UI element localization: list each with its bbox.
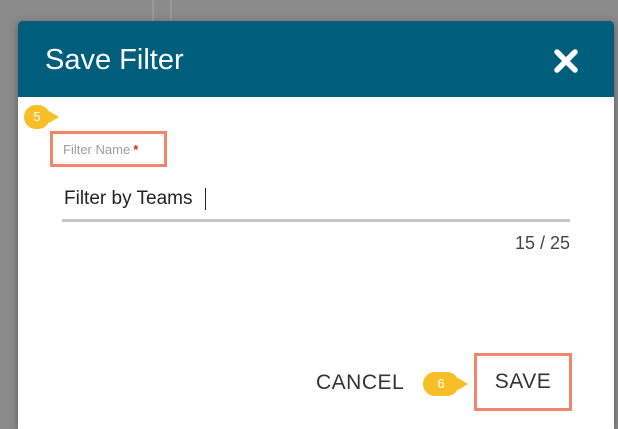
filter-name-label-text: Filter Name xyxy=(63,142,131,157)
filter-name-input[interactable] xyxy=(64,182,524,216)
filter-name-label-highlight: Filter Name * xyxy=(50,131,167,167)
character-counter: 15 / 25 xyxy=(514,233,570,253)
save-button-highlight: SAVE xyxy=(474,353,572,411)
dialog-title: Save Filter xyxy=(45,44,184,76)
step-badge-5: 5 xyxy=(24,105,59,129)
required-marker: * xyxy=(133,142,139,157)
save-filter-dialog: Save Filter 5 Filter Name* 15 / 25 CANCE… xyxy=(18,21,614,429)
save-button[interactable]: SAVE xyxy=(477,356,569,408)
step-badge-6: 6 xyxy=(423,372,468,396)
close-icon[interactable] xyxy=(552,47,580,75)
dialog-header: Save Filter xyxy=(18,21,614,97)
backdrop-divider xyxy=(152,0,154,21)
text-caret xyxy=(205,188,206,210)
input-underline xyxy=(62,219,570,222)
cancel-button[interactable]: CANCEL xyxy=(316,371,404,395)
backdrop-divider xyxy=(170,0,172,21)
filter-name-label: Filter Name * xyxy=(63,142,138,157)
